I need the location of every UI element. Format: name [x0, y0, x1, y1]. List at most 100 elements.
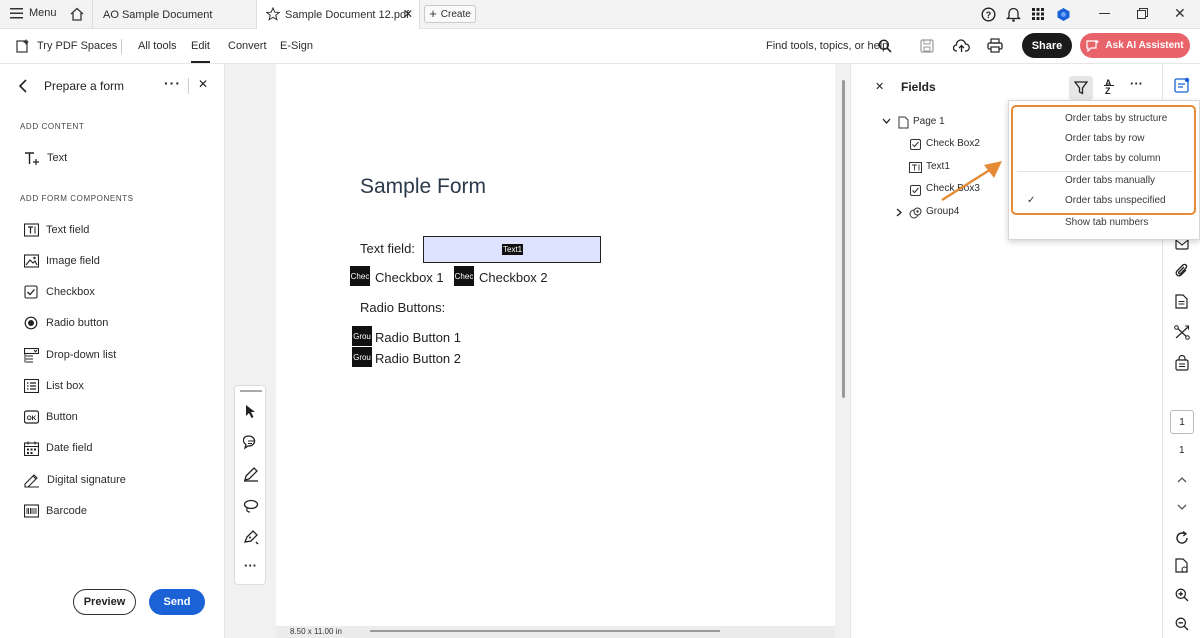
page-icon	[898, 116, 909, 129]
image-field-tool[interactable]: Image field	[24, 250, 100, 272]
page-down-icon[interactable]	[1177, 504, 1187, 511]
star-icon[interactable]	[266, 7, 280, 21]
text-field-tool[interactable]: Text field	[24, 219, 89, 241]
try-pdf-spaces-button[interactable]: Try PDF Spaces	[16, 38, 117, 53]
text-field-tree-icon	[909, 162, 922, 173]
radio-2-tag: Grou	[353, 352, 371, 362]
ask-ai-button[interactable]: Ask AI Assistent	[1080, 33, 1190, 58]
apps-grid-icon[interactable]	[1032, 8, 1044, 20]
home-icon[interactable]	[69, 6, 85, 22]
digital-signature-tool[interactable]: Digital signature	[24, 469, 126, 491]
prepare-form-panel: Prepare a form ··· ✕ ADD CONTENT Text AD…	[0, 64, 225, 638]
page-size-label: 8.50 x 11.00 in	[290, 627, 342, 636]
vertical-scrollbar[interactable]	[842, 80, 845, 398]
minimize-icon[interactable]	[1099, 13, 1110, 14]
menu-button[interactable]: Menu	[10, 7, 57, 19]
annotation-arrow-icon	[941, 161, 1002, 202]
form-fields-rail-icon[interactable]	[1174, 77, 1190, 93]
create-button[interactable]: + Create	[424, 5, 476, 23]
edit-tab[interactable]: Edit	[191, 40, 210, 52]
fields-more-icon[interactable]: ···	[1130, 76, 1143, 91]
preview-label: Preview	[83, 596, 126, 608]
close-window-icon[interactable]: ✕	[1174, 5, 1186, 22]
barcode-tool[interactable]: Barcode	[24, 500, 87, 522]
text-field-widget[interactable]: Text1	[423, 236, 601, 263]
checkbox-1-widget[interactable]: Chec	[350, 266, 370, 286]
button-tool[interactable]: OK Button	[24, 406, 78, 428]
rotate-icon[interactable]	[1175, 531, 1189, 545]
back-arrow-icon[interactable]	[18, 79, 28, 93]
page-up-icon[interactable]	[1177, 476, 1187, 483]
tools-drag-handle[interactable]	[240, 390, 262, 392]
comment-icon[interactable]	[243, 434, 259, 450]
dropdown-list-icon	[24, 347, 39, 363]
close-fields-icon[interactable]: ✕	[875, 80, 884, 93]
print-icon[interactable]	[987, 38, 1003, 53]
sort-az-button[interactable]: A Z	[1104, 78, 1116, 98]
main-toolbar: Try PDF Spaces All tools Edit Convert E-…	[0, 29, 1200, 64]
radio-2-widget[interactable]: Grou	[352, 347, 372, 367]
checkbox-2-widget[interactable]: Chec	[454, 266, 474, 286]
stamp-draw-icon[interactable]	[243, 529, 259, 545]
barcode-label: Barcode	[46, 505, 87, 517]
tab-ao-sample[interactable]: AO Sample Document	[92, 0, 254, 29]
help-icon[interactable]: ?	[981, 7, 996, 22]
bell-icon[interactable]	[1006, 6, 1021, 22]
radio-heading: Radio Buttons:	[360, 300, 446, 315]
button-icon: OK	[24, 410, 39, 424]
select-pointer-icon[interactable]	[245, 404, 257, 419]
expand-chevron-icon[interactable]	[896, 208, 903, 217]
all-tools-tab[interactable]: All tools	[138, 40, 177, 52]
lasso-icon[interactable]	[243, 498, 259, 514]
tree-page-1[interactable]: Page 1	[913, 116, 945, 127]
list-box-tool[interactable]: List box	[24, 375, 84, 397]
date-field-tool[interactable]: Date field	[24, 437, 92, 459]
add-text-tool[interactable]: Text	[24, 147, 67, 169]
toolbar-divider	[121, 39, 122, 54]
collapse-chevron-icon[interactable]	[882, 118, 891, 125]
profile-icon[interactable]	[1056, 7, 1071, 22]
more-options-icon[interactable]: ···	[164, 75, 181, 91]
pdf-page[interactable]: Sample Form Text field: Text1 Chec Check…	[276, 64, 835, 626]
esign-tab[interactable]: E-Sign	[280, 40, 313, 52]
zoom-in-icon[interactable]	[1175, 588, 1189, 602]
close-tab-icon[interactable]: ✕	[403, 7, 413, 21]
restore-icon[interactable]	[1137, 8, 1148, 19]
more-tools-icon[interactable]: ···	[244, 558, 257, 573]
digital-signature-icon	[24, 473, 39, 488]
tree-group4[interactable]: Group4	[926, 206, 959, 217]
dropdown-list-tool[interactable]: Drop-down list	[24, 344, 116, 366]
protect-rail-icon[interactable]	[1175, 355, 1189, 371]
send-button[interactable]: Send	[149, 589, 205, 615]
checkbox-1-tag: Chec	[350, 271, 370, 281]
filter-button[interactable]	[1069, 76, 1093, 100]
zoom-out-icon[interactable]	[1175, 617, 1189, 631]
page-settings-icon[interactable]	[1175, 558, 1189, 574]
list-box-label: List box	[46, 380, 84, 392]
tree-check-box2[interactable]: Check Box2	[926, 138, 980, 149]
preview-button[interactable]: Preview	[73, 589, 136, 615]
quick-tools-bar: ···	[234, 385, 266, 585]
checkbox-tool[interactable]: Checkbox	[24, 281, 95, 303]
convert-tab[interactable]: Convert	[228, 40, 267, 52]
horizontal-scrollbar[interactable]	[370, 630, 720, 632]
radio-button-tool[interactable]: Radio button	[24, 312, 108, 334]
pdf-spaces-icon	[16, 39, 29, 53]
search-icon[interactable]	[878, 39, 892, 53]
page-number-box[interactable]: 1	[1170, 410, 1194, 434]
share-button[interactable]: Share	[1022, 33, 1072, 58]
attachment-rail-icon[interactable]	[1175, 263, 1189, 278]
tab-sample-document[interactable]: Sample Document 12.pdf ✕	[256, 0, 420, 29]
close-panel-icon[interactable]: ✕	[198, 77, 208, 91]
create-label: Create	[440, 8, 471, 20]
upload-cloud-icon[interactable]	[953, 38, 970, 53]
send-label: Send	[163, 596, 191, 608]
form-title: Sample Form	[360, 175, 487, 198]
menu-show-tab-numbers[interactable]: Show tab numbers	[1065, 217, 1148, 228]
save-icon[interactable]	[920, 39, 934, 53]
compare-rail-icon[interactable]	[1174, 325, 1190, 340]
find-tools-field[interactable]: Find tools, topics, or help	[766, 40, 888, 52]
document-rail-icon[interactable]	[1175, 294, 1188, 309]
highlight-pen-icon[interactable]	[243, 466, 259, 482]
radio-1-widget[interactable]: Grou	[352, 326, 372, 346]
